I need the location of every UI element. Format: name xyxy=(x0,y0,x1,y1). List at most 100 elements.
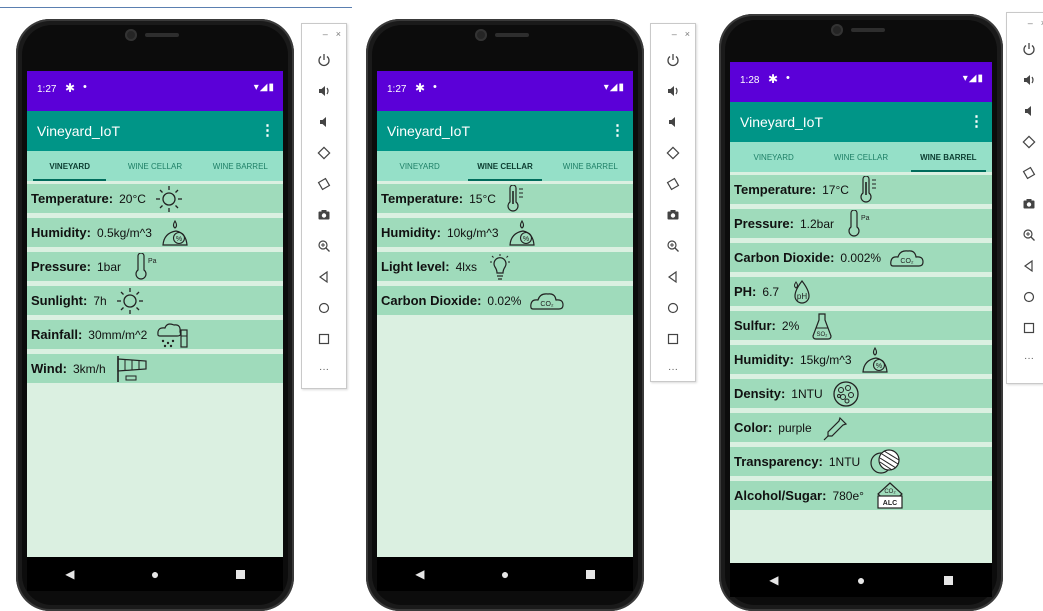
more-icon[interactable]: ··· xyxy=(1007,343,1043,374)
earpiece-speaker xyxy=(145,33,179,37)
close-icon[interactable]: × xyxy=(336,29,341,39)
back-icon[interactable] xyxy=(651,261,695,292)
pa-glyph: Pa xyxy=(861,215,870,222)
rotate-left-icon[interactable] xyxy=(1007,126,1043,157)
sensor-row[interactable]: Humidity: 15kg/m^3% xyxy=(730,345,992,374)
nav-home-icon[interactable]: ● xyxy=(501,566,509,582)
nav-recents-icon[interactable] xyxy=(235,569,245,579)
rotate-left-icon[interactable] xyxy=(651,137,695,168)
sensor-row[interactable]: Sulfur: 2% SO₂ xyxy=(730,311,992,340)
tab-wine-cellar[interactable]: Wine Cellar xyxy=(112,151,197,181)
sensor-label: Transparency: xyxy=(734,454,823,469)
minimize-icon[interactable]: – xyxy=(672,29,677,39)
sensor-label: Humidity: xyxy=(381,225,441,240)
volume-up-icon[interactable] xyxy=(651,75,695,106)
volume-up-icon[interactable] xyxy=(302,75,346,106)
nav-recents-icon[interactable] xyxy=(943,575,953,585)
sensor-row[interactable]: Pressure: 1.2bar Pa xyxy=(730,209,992,238)
overflow-menu-icon[interactable]: ⋮ xyxy=(260,121,275,139)
rotate-right-icon[interactable] xyxy=(651,168,695,199)
tab-wine-barrel[interactable]: Wine Barrel xyxy=(548,151,633,181)
minimize-icon[interactable]: – xyxy=(1028,18,1033,28)
power-icon[interactable] xyxy=(1007,33,1043,64)
sensor-row[interactable]: Humidity: 10kg/m^3% xyxy=(377,218,633,247)
rotate-left-icon[interactable] xyxy=(302,137,346,168)
sun-icon xyxy=(154,185,184,213)
overflow-menu-icon[interactable]: ⋮ xyxy=(610,121,625,139)
sensor-value: 1bar xyxy=(96,259,122,274)
status-bar: 1:27 ✱ • ▾◢▮ xyxy=(27,71,283,111)
sensor-label: Humidity: xyxy=(734,352,794,367)
overview-icon[interactable] xyxy=(651,323,695,354)
sensor-row[interactable]: Rainfall: 30mm/m^2 xyxy=(27,320,283,349)
sensor-row[interactable]: Density: 1NTU xyxy=(730,379,992,408)
back-icon[interactable] xyxy=(302,261,346,292)
camera-icon[interactable] xyxy=(302,199,346,230)
volume-down-icon[interactable] xyxy=(1007,95,1043,126)
overview-icon[interactable] xyxy=(302,323,346,354)
zoom-icon[interactable] xyxy=(302,230,346,261)
volume-down-icon[interactable] xyxy=(302,106,346,137)
sensor-row[interactable]: Carbon Dioxide: 0.002% CO₂ xyxy=(730,243,992,272)
back-icon[interactable] xyxy=(1007,250,1043,281)
sensor-row[interactable]: Temperature: 15°C xyxy=(377,184,633,213)
ph-glyph: pH xyxy=(797,292,807,301)
home-icon[interactable] xyxy=(651,292,695,323)
nav-home-icon[interactable]: ● xyxy=(857,572,865,588)
more-icon[interactable]: ··· xyxy=(651,354,695,385)
sensor-row[interactable]: Humidity: 0.5kg/m^3% xyxy=(27,218,283,247)
sensor-row[interactable]: Color: purple xyxy=(730,413,992,442)
co2-glyph: CO₂ xyxy=(901,258,915,265)
sensor-label: Humidity: xyxy=(31,225,91,240)
sensor-row[interactable]: Temperature: 20°C xyxy=(27,184,283,213)
so2-glyph: SO₂ xyxy=(817,332,829,338)
dropper-icon xyxy=(820,414,850,442)
rotate-right-icon[interactable] xyxy=(302,168,346,199)
camera-icon[interactable] xyxy=(651,199,695,230)
zoom-icon[interactable] xyxy=(1007,219,1043,250)
alc-glyph: ALC xyxy=(883,500,897,507)
minimize-icon[interactable]: – xyxy=(323,29,328,39)
sensor-row[interactable]: Light level: 4lxs xyxy=(377,252,633,281)
tab-wine-barrel[interactable]: Wine Barrel xyxy=(198,151,283,181)
status-time: 1:27 xyxy=(387,84,407,95)
sensor-value: purple xyxy=(778,420,812,435)
sensor-row[interactable]: Transparency: 1NTU xyxy=(730,447,992,476)
nav-recents-icon[interactable] xyxy=(585,569,595,579)
nav-back-icon[interactable]: ◀ xyxy=(415,567,424,581)
nav-back-icon[interactable]: ◀ xyxy=(769,573,778,587)
tab-wine-barrel[interactable]: Wine Barrel xyxy=(905,142,992,172)
home-icon[interactable] xyxy=(1007,281,1043,312)
window-controls: –× xyxy=(651,24,695,44)
tab-wine-cellar[interactable]: Wine Cellar xyxy=(462,151,547,181)
close-icon[interactable]: × xyxy=(685,29,690,39)
overflow-menu-icon[interactable]: ⋮ xyxy=(969,112,984,130)
volume-up-icon[interactable] xyxy=(1007,64,1043,95)
home-icon[interactable] xyxy=(302,292,346,323)
sensor-row[interactable]: Wind: 3km/h xyxy=(27,354,283,383)
sensor-row[interactable]: Temperature: 17°C xyxy=(730,175,992,204)
volume-down-icon[interactable] xyxy=(651,106,695,137)
camera-icon[interactable] xyxy=(1007,188,1043,219)
power-icon[interactable] xyxy=(302,44,346,75)
sensor-value: 0.5kg/m^3 xyxy=(96,225,152,240)
nav-back-icon[interactable]: ◀ xyxy=(65,567,74,581)
zoom-icon[interactable] xyxy=(651,230,695,261)
sensor-row[interactable]: PH: 6.7 pH xyxy=(730,277,992,306)
lightbulb-icon xyxy=(485,253,515,281)
sensor-row[interactable]: Alcohol/Sugar: 780e° CO₂ ALC xyxy=(730,481,992,510)
overview-icon[interactable] xyxy=(1007,312,1043,343)
phone-screen: 1:27 ✱ • ▾◢▮ Vineyard_IoT ⋮ Vineyard Wine Cella… xyxy=(27,71,283,591)
tab-vineyard[interactable]: Vineyard xyxy=(377,151,462,181)
sensor-row[interactable]: Carbon Dioxide: 0.02% CO₂ xyxy=(377,286,633,315)
more-icon[interactable]: ··· xyxy=(302,354,346,385)
tab-wine-cellar[interactable]: Wine Cellar xyxy=(817,142,904,172)
sensor-row[interactable]: Pressure: 1bar Pa xyxy=(27,252,283,281)
nav-home-icon[interactable]: ● xyxy=(151,566,159,582)
sensor-label: Rainfall: xyxy=(31,327,83,342)
power-icon[interactable] xyxy=(651,44,695,75)
tab-vineyard[interactable]: Vineyard xyxy=(27,151,112,181)
tab-vineyard[interactable]: Vineyard xyxy=(730,142,817,172)
rotate-right-icon[interactable] xyxy=(1007,157,1043,188)
sensor-row[interactable]: Sunlight: 7h xyxy=(27,286,283,315)
